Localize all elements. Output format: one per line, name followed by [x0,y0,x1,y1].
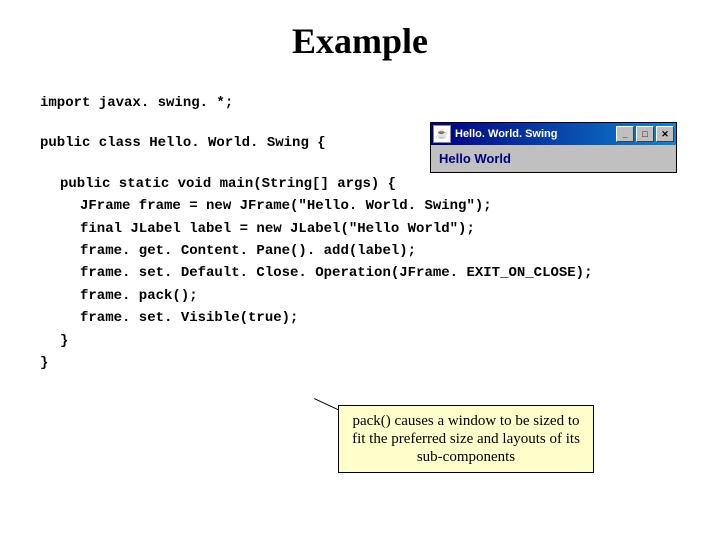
code-line: frame. set. Default. Close. Operation(JF… [40,262,720,284]
code-line: public static void main(String[] args) { [40,173,720,195]
sample-window: ☕ Hello. World. Swing _ □ ✕ Hello World [430,122,677,173]
callout-note: pack() causes a window to be sized to fi… [338,405,594,473]
java-app-icon: ☕ [433,125,451,143]
window-titlebar: ☕ Hello. World. Swing _ □ ✕ [431,123,676,145]
code-line: } [40,330,720,352]
code-line: final JLabel label = new JLabel("Hello W… [40,218,720,240]
code-line: frame. set. Visible(true); [40,307,720,329]
maximize-button[interactable]: □ [636,126,654,142]
code-line: JFrame frame = new JFrame("Hello. World.… [40,195,720,217]
minimize-button[interactable]: _ [616,126,634,142]
slide-title: Example [0,20,720,62]
code-line: import javax. swing. *; [40,92,720,114]
close-button[interactable]: ✕ [656,126,674,142]
code-line: frame. pack(); [40,285,720,307]
window-title: Hello. World. Swing [455,128,614,140]
code-line: } [40,352,720,374]
code-line: frame. get. Content. Pane(). add(label); [40,240,720,262]
window-body-label: Hello World [431,145,676,172]
